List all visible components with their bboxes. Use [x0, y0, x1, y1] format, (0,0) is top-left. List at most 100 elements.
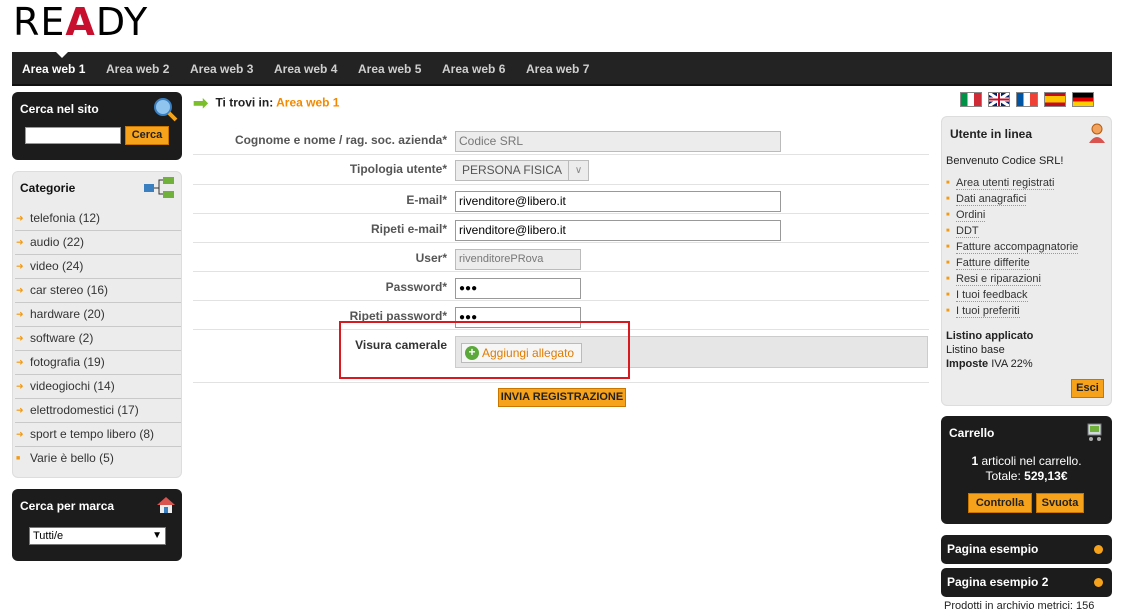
brand-select[interactable]: Tutti/e ▼	[29, 527, 166, 545]
email-confirm-label: Ripeti e-mail*	[370, 222, 447, 236]
form-row-email: E-mail* rivenditore@libero.it	[193, 185, 929, 214]
form-row-password: Password* ●●●	[193, 272, 929, 301]
tab-area-web-6[interactable]: Area web 6	[442, 52, 505, 86]
form-row-email-confirm: Ripeti e-mail* rivenditore@libero.it	[193, 214, 929, 243]
flag-france-icon[interactable]	[1016, 92, 1038, 107]
category-item[interactable]: sport e tempo libero (8)	[15, 423, 181, 447]
bullet-icon	[1094, 545, 1103, 554]
chevron-down-icon: ∨	[568, 161, 588, 180]
breadcrumb-prefix: Ti trovi in:	[215, 95, 274, 110]
link-dati-anagrafici[interactable]: Dati anagrafici	[946, 192, 1078, 208]
empty-cart-button[interactable]: Svuota	[1036, 493, 1084, 513]
password-field[interactable]: ●●●	[455, 278, 581, 299]
ready-logo[interactable]: READY	[13, 2, 148, 42]
listino-value: Listino base	[946, 344, 1005, 356]
search-title: Cerca nel sito	[20, 102, 99, 116]
category-item[interactable]: software (2)	[15, 327, 181, 351]
category-item[interactable]: telefonia (12)	[15, 207, 181, 231]
category-item[interactable]: fotografia (19)	[15, 351, 181, 375]
check-cart-button[interactable]: Controlla	[968, 493, 1032, 513]
page-link-label: Pagina esempio 2	[947, 575, 1049, 589]
user-type-select[interactable]: PERSONA FISICA ∨	[455, 160, 589, 181]
top-navigation: Area web 1 Area web 2 Area web 3 Area we…	[12, 52, 1112, 86]
category-item[interactable]: Varie è bello (5)	[15, 447, 181, 471]
name-label: Cognome e nome / rag. soc. azienda*	[234, 133, 447, 147]
tab-area-web-5[interactable]: Area web 5	[358, 52, 421, 86]
search-input[interactable]	[25, 127, 121, 144]
user-field[interactable]: rivenditorePRova	[455, 249, 581, 270]
flag-italy-icon[interactable]	[960, 92, 982, 107]
link-feedback[interactable]: I tuoi feedback	[946, 288, 1078, 304]
name-field[interactable]: Codice SRL	[455, 131, 781, 152]
category-item[interactable]: elettrodomestici (17)	[15, 399, 181, 423]
form-row-user: User* rivenditorePRova	[193, 243, 929, 272]
welcome-text: Benvenuto Codice SRL!	[946, 155, 1064, 167]
page-link-1[interactable]: Pagina esempio	[941, 535, 1112, 564]
tab-area-web-2[interactable]: Area web 2	[106, 52, 169, 86]
cart-total-label: Totale:	[985, 469, 1025, 483]
category-item[interactable]: car stereo (16)	[15, 279, 181, 303]
category-item[interactable]: videogiochi (14)	[15, 375, 181, 399]
imposte-label: Imposte	[946, 358, 989, 370]
email-field[interactable]: rivenditore@libero.it	[455, 191, 781, 212]
cart-count-text: articoli nel carrello.	[978, 454, 1082, 468]
page-link-label: Pagina esempio	[947, 542, 1039, 556]
cart-summary: 1 articoli nel carrello. Totale: 529,13€	[941, 454, 1112, 484]
logout-button[interactable]: Esci	[1071, 379, 1104, 398]
magnifier-icon	[154, 98, 178, 122]
category-item[interactable]: video (24)	[15, 255, 181, 279]
highlight-rectangle	[339, 321, 630, 379]
flag-germany-icon[interactable]	[1072, 92, 1094, 107]
user-type-value: PERSONA FISICA	[462, 163, 563, 177]
email-confirm-field[interactable]: rivenditore@libero.it	[455, 220, 781, 241]
brand-panel: Cerca per marca Tutti/e ▼	[12, 489, 182, 561]
link-ordini[interactable]: Ordini	[946, 208, 1078, 224]
email-label: E-mail*	[406, 193, 447, 207]
tab-area-web-4[interactable]: Area web 4	[274, 52, 337, 86]
cart-icon	[1087, 423, 1102, 441]
cart-panel: Carrello 1 articoli nel carrello. Totale…	[941, 416, 1112, 524]
archive-count-text: Prodotti in archivio metrici: 156	[944, 600, 1095, 612]
categories-title: Categorie	[20, 181, 76, 195]
submit-registration-button[interactable]: INVIA REGISTRAZIONE	[498, 388, 626, 407]
flag-spain-icon[interactable]	[1044, 92, 1066, 107]
link-resi[interactable]: Resi e riparazioni	[946, 272, 1078, 288]
chevron-down-icon: ▼	[152, 530, 162, 541]
user-panel: Utente in linea Benvenuto Codice SRL! Ar…	[941, 116, 1112, 406]
cart-total: 529,13€	[1024, 469, 1068, 483]
form-row-name: Cognome e nome / rag. soc. azienda* Codi…	[193, 127, 929, 155]
bullet-icon	[1094, 578, 1103, 587]
breadcrumb: ➡ Ti trovi in: Area web 1	[193, 93, 339, 114]
house-icon	[157, 497, 175, 513]
pricing-info: Listino applicato Listino base Imposte I…	[946, 329, 1033, 371]
link-preferiti[interactable]: I tuoi preferiti	[946, 304, 1078, 320]
user-type-label: Tipologia utente*	[349, 162, 447, 176]
link-area-utenti[interactable]: Area utenti registrati	[946, 176, 1078, 192]
user-label: User*	[415, 251, 447, 265]
page-link-2[interactable]: Pagina esempio 2	[941, 568, 1112, 597]
search-button[interactable]: Cerca	[125, 126, 169, 145]
arrow-right-icon: ➡	[193, 93, 209, 113]
breadcrumb-current[interactable]: Area web 1	[276, 96, 339, 110]
user-panel-title: Utente in linea	[950, 127, 1033, 141]
imposte-value: IVA 22%	[991, 358, 1033, 370]
category-item[interactable]: audio (22)	[15, 231, 181, 255]
user-icon	[1089, 123, 1105, 143]
sitemap-icon	[144, 177, 174, 198]
brand-select-value: Tutti/e	[33, 530, 64, 542]
form-row-type: Tipologia utente* PERSONA FISICA ∨	[193, 155, 929, 185]
brand-title: Cerca per marca	[20, 499, 115, 513]
link-ddt[interactable]: DDT	[946, 224, 1078, 240]
category-item[interactable]: hardware (20)	[15, 303, 181, 327]
flag-uk-icon[interactable]	[988, 91, 1010, 108]
listino-label: Listino applicato	[946, 330, 1034, 342]
categories-panel: Categorie telefonia (12) audio (22) vide…	[12, 171, 182, 478]
tab-area-web-3[interactable]: Area web 3	[190, 52, 253, 86]
tab-area-web-1[interactable]: Area web 1	[22, 52, 85, 86]
tab-area-web-7[interactable]: Area web 7	[526, 52, 589, 86]
link-fatture-differite[interactable]: Fatture differite	[946, 256, 1078, 272]
cart-title: Carrello	[949, 426, 995, 440]
link-fatture-accompagnatorie[interactable]: Fatture accompagnatorie	[946, 240, 1079, 256]
password-label: Password*	[385, 280, 447, 294]
search-panel: Cerca nel sito Cerca	[12, 92, 182, 160]
